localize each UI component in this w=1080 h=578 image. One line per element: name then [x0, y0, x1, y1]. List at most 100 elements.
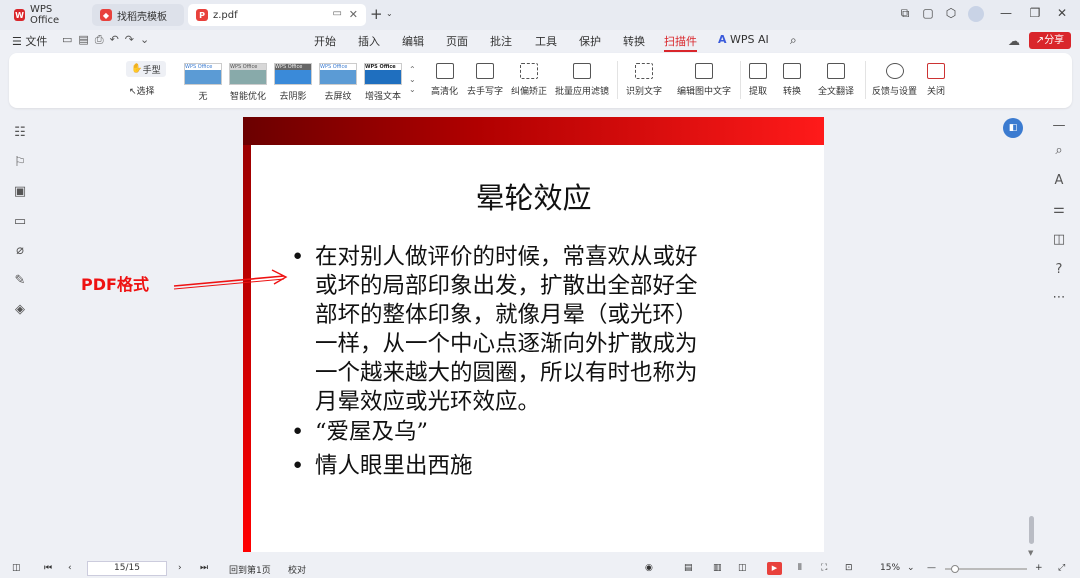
- close-scan-label: 关闭: [927, 87, 946, 97]
- hand-tool-button[interactable]: ✋ 手型: [126, 61, 166, 77]
- comment-icon[interactable]: ▭: [10, 214, 30, 229]
- filter-preview: WPS Office: [319, 63, 357, 85]
- file-menu[interactable]: ☰ 文件: [12, 33, 47, 49]
- scrollbar-thumb[interactable]: [1029, 516, 1034, 544]
- layers-icon[interactable]: ◈: [10, 302, 30, 317]
- select-tool-button[interactable]: ↖选择: [129, 84, 155, 97]
- filter-shadow[interactable]: WPS Office 去阴影: [272, 63, 314, 105]
- zoom-level[interactable]: 15%: [880, 563, 900, 573]
- hd-label: 高清化: [431, 87, 459, 97]
- close-tab-icon[interactable]: ✕: [349, 8, 358, 21]
- fit-page-icon[interactable]: ⛶: [821, 563, 827, 573]
- tab-wps-ai[interactable]: A WPS AI: [718, 33, 769, 46]
- search-icon[interactable]: ⌕: [790, 33, 797, 48]
- crop-icon: [520, 63, 538, 79]
- double-page-icon[interactable]: ◫: [738, 563, 747, 573]
- minus-icon[interactable]: —: [1049, 118, 1069, 133]
- tab-template[interactable]: ◆ 找稻壳模板: [92, 4, 184, 26]
- close-scan-button[interactable]: 关闭: [927, 63, 945, 97]
- quick-access-icons[interactable]: ▭▤⎙↶↷⌄: [62, 33, 155, 47]
- fit-width-icon[interactable]: ⊡: [845, 563, 853, 573]
- zoom-dropdown-icon[interactable]: ⌄: [907, 563, 915, 573]
- chevron-down-icon[interactable]: ⌄: [386, 9, 393, 18]
- new-tab-icon[interactable]: +: [370, 5, 383, 23]
- extract-button[interactable]: 提取: [749, 63, 767, 97]
- sidebar-toggle-icon[interactable]: ◫: [12, 563, 21, 573]
- sliders-icon[interactable]: ⚌: [1049, 202, 1069, 217]
- fullscreen-icon[interactable]: ⤢: [1058, 563, 1065, 573]
- edit-image-text-button[interactable]: 编辑图中文字: [677, 63, 731, 97]
- filter-scroll-icon[interactable]: ⌃ ⌄ ⌄: [409, 65, 416, 95]
- translate-label: 全文翻译: [818, 87, 855, 97]
- search-icon[interactable]: ⌕: [1049, 143, 1069, 158]
- screenshot-icon[interactable]: ⧉: [895, 6, 915, 21]
- deskew-button[interactable]: 纠偏矫正: [511, 63, 547, 97]
- minimize-icon[interactable]: —: [996, 6, 1016, 20]
- last-page-icon[interactable]: ⏭: [200, 563, 208, 573]
- bookmark-icon[interactable]: ⚐: [10, 155, 30, 170]
- page-number-input[interactable]: 15/15: [87, 561, 167, 576]
- filter-text[interactable]: WPS Office 增强文本: [362, 63, 404, 105]
- back-to-first-link[interactable]: 回到第1页: [229, 563, 271, 576]
- outline-icon[interactable]: ☷: [10, 125, 30, 140]
- prev-page-icon[interactable]: ‹: [68, 563, 72, 573]
- eye-icon[interactable]: ◉: [645, 563, 653, 573]
- close-window-icon[interactable]: ✕: [1052, 6, 1072, 20]
- split-view-icon[interactable]: ⫴: [798, 563, 802, 573]
- cube-icon[interactable]: ⬡: [941, 6, 961, 20]
- bullet-dot: •: [291, 244, 305, 270]
- help-icon[interactable]: ?: [1049, 262, 1069, 277]
- tab-convert[interactable]: 转换: [623, 33, 645, 49]
- restore-icon[interactable]: ❐: [1025, 6, 1045, 20]
- ocr-label: 识别文字: [626, 87, 663, 97]
- filter-smart[interactable]: WPS Office 智能优化: [227, 63, 269, 105]
- play-icon[interactable]: ▶: [767, 562, 782, 575]
- scroll-down-icon[interactable]: ▼: [1028, 549, 1033, 557]
- extract-icon: [749, 63, 767, 79]
- signature-icon[interactable]: ✎: [10, 273, 30, 288]
- filter-preview: WPS Office: [184, 63, 222, 85]
- continuous-icon[interactable]: ▥: [713, 563, 722, 573]
- hd-button[interactable]: 高清化: [431, 63, 458, 97]
- annotation-label: PDF格式: [81, 275, 149, 294]
- translate-button[interactable]: 全文翻译: [818, 63, 854, 97]
- cloud-upload-icon[interactable]: ☁: [1008, 34, 1020, 48]
- filter-preview: WPS Office: [274, 63, 312, 85]
- attachment-icon[interactable]: ⌀: [10, 243, 30, 258]
- tab-protect[interactable]: 保护: [579, 33, 601, 49]
- convert-button[interactable]: 转换: [783, 63, 801, 97]
- tab-wps-office[interactable]: W WPS Office: [6, 4, 88, 26]
- tab-page[interactable]: 页面: [446, 33, 468, 49]
- zoom-in-icon[interactable]: +: [1035, 563, 1043, 573]
- headset-icon: [885, 63, 904, 79]
- first-page-icon[interactable]: ⏮: [44, 563, 52, 573]
- thumbnail-icon[interactable]: ▣: [10, 184, 30, 199]
- tab-edit[interactable]: 编辑: [402, 33, 424, 49]
- zoom-out-icon[interactable]: —: [927, 563, 936, 573]
- monitor-icon[interactable]: ▭: [333, 8, 342, 19]
- remove-handwriting-button[interactable]: 去手写字: [467, 63, 503, 97]
- batch-filter-button[interactable]: 批量应用滤镜: [555, 63, 609, 97]
- next-page-icon[interactable]: ›: [178, 563, 182, 573]
- more-icon[interactable]: ⋯: [1049, 290, 1069, 305]
- tab-start[interactable]: 开始: [314, 33, 336, 49]
- ocr-button[interactable]: 识别文字: [626, 63, 662, 97]
- share-button[interactable]: ↗分享: [1029, 32, 1071, 49]
- window-icon[interactable]: ▢: [918, 6, 938, 20]
- proofread-button[interactable]: 校对: [288, 563, 306, 576]
- tab-tools[interactable]: 工具: [535, 33, 557, 49]
- single-page-icon[interactable]: ▤: [684, 563, 693, 573]
- read-mode-icon[interactable]: ◫: [1049, 232, 1069, 247]
- tab-zpdf[interactable]: P z.pdf ▭ ✕: [188, 4, 366, 26]
- avatar[interactable]: [968, 6, 984, 22]
- tab-scan[interactable]: 扫描件: [664, 33, 697, 52]
- feedback-settings-button[interactable]: 反馈与设置: [872, 63, 917, 97]
- zoom-slider[interactable]: [945, 565, 1027, 573]
- ai-assistant-icon[interactable]: ◧: [1003, 118, 1023, 138]
- filter-none[interactable]: WPS Office 无: [182, 63, 224, 105]
- font-convert-icon[interactable]: A: [1049, 173, 1069, 188]
- tab-comment[interactable]: 批注: [490, 33, 512, 49]
- zoom-slider-handle[interactable]: [951, 565, 959, 573]
- tab-insert[interactable]: 插入: [358, 33, 380, 49]
- filter-moire[interactable]: WPS Office 去屏纹: [317, 63, 359, 105]
